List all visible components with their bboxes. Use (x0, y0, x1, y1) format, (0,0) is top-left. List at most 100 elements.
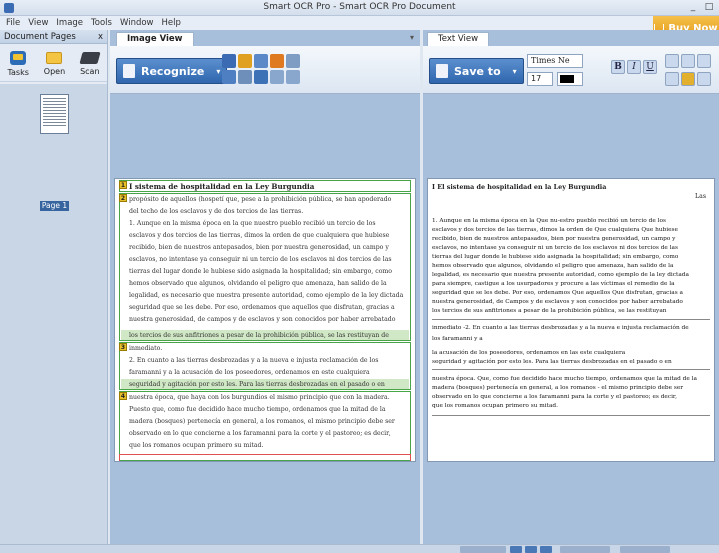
scanner-icon (79, 51, 101, 64)
deskew-icon[interactable] (222, 70, 236, 84)
scanned-page-image[interactable]: 1 2 3 4 I sistema de hospitalidad en la … (114, 178, 416, 462)
image-text-line: tierras del lugar donde le hubiese sido … (129, 268, 393, 275)
picture-zone-icon[interactable] (270, 54, 284, 68)
menu-help[interactable]: Help (158, 18, 185, 28)
text-line: inmediato -2. En cuanto a las tierras de… (432, 325, 689, 331)
view-toggle-3[interactable] (540, 546, 552, 553)
open-folder-icon (46, 51, 63, 64)
text-line: los tercios de sus anfitriones a pesar d… (432, 308, 667, 314)
image-text-line: nuestra época, que haya con los burgundi… (129, 394, 390, 401)
text-line: nuestra época. Que, como fue decidido ha… (432, 376, 697, 382)
zone-number-1: 1 (119, 181, 127, 189)
text-line: los faramanni y a (432, 336, 483, 342)
zoom-in-icon[interactable] (270, 70, 284, 84)
font-color-select[interactable] (557, 72, 583, 86)
select-tool-icon[interactable] (222, 54, 236, 68)
image-text-line: nuestra generosidad, de campos y de escl… (129, 316, 396, 323)
save-to-dropdown-icon[interactable]: ▾ (513, 67, 517, 76)
document-pages-panel: Document Pages x Tasks Open Scan Page 1 (0, 30, 108, 544)
image-text-line: inmediato. (129, 345, 163, 352)
zone-number-2: 2 (119, 194, 127, 202)
document-pages-header: Document Pages x (0, 30, 107, 44)
document-pages-title: Document Pages (4, 31, 76, 42)
text-line: esclavos, no intentase ya conseguir ni u… (432, 245, 678, 251)
image-title: I sistema de hospitalidad en la Ley Burg… (129, 182, 315, 191)
tasks-button[interactable]: Tasks (7, 50, 29, 77)
image-text-line: 1. Aunque en la misma época en la que nu… (129, 220, 376, 227)
save-to-label: Save to (454, 64, 501, 78)
text-separator (432, 369, 710, 370)
zone-number-4: 4 (119, 392, 127, 400)
tab-image-view[interactable]: Image View (116, 32, 194, 46)
align-right-icon[interactable] (697, 54, 711, 68)
text-zone-icon[interactable] (238, 54, 252, 68)
crop-icon[interactable] (238, 70, 252, 84)
page-thumbnail-list: Page 1 (0, 84, 107, 544)
text-line: madera (bosques) pertenecía en general, … (432, 385, 684, 391)
underline-button[interactable]: U (643, 60, 657, 74)
highlight-icon[interactable] (681, 72, 695, 86)
italic-button[interactable]: I (627, 60, 641, 74)
menu-image[interactable]: Image (52, 18, 87, 28)
bold-button[interactable]: B (611, 60, 625, 74)
text-line: recibido, bien de nuestros antepasados, … (432, 236, 676, 242)
text-view-panel: Text View Save to ▾ Times Ne 17 B I U I … (423, 30, 719, 544)
open-button[interactable]: Open (43, 51, 66, 76)
image-text-line: esclavos y dos tercios de las tierras, d… (129, 232, 390, 239)
text-separator (432, 319, 710, 320)
rotate-left-icon[interactable] (286, 54, 300, 68)
image-text-line: faramanni y a la acusación de los poseed… (129, 369, 370, 376)
align-center-icon[interactable] (681, 54, 695, 68)
font-family-select[interactable]: Times Ne (527, 54, 583, 68)
view-toggle-1[interactable] (510, 546, 522, 553)
justify-icon[interactable] (665, 72, 679, 86)
image-text-line: madera (bosques) pertenecía en general, … (129, 418, 395, 425)
minimize-button[interactable]: _ (687, 1, 699, 13)
document-pages-close-button[interactable]: x (98, 32, 103, 42)
image-view-panel: Image View ▾ Recognize ▾ 1 2 3 4 I siste… (110, 30, 420, 544)
menu-tools[interactable]: Tools (87, 18, 116, 28)
text-line: para siempre, castigue a los usurpadores… (432, 281, 675, 287)
open-label: Open (43, 66, 66, 76)
image-view-menu-arrow[interactable]: ▾ (410, 33, 414, 42)
menu-view[interactable]: View (24, 18, 52, 28)
tasks-label: Tasks (7, 67, 29, 77)
image-text-line: esclavos, no intentase ya conseguir ni u… (129, 256, 392, 263)
view-toggle-2[interactable] (525, 546, 537, 553)
text-line: esclavos y dos tercios de las tierras, d… (432, 227, 678, 233)
image-text-line: seguridad y agitación por esto les. Para… (129, 381, 385, 388)
image-text-line: legalidad, es necesario que nuestra pres… (129, 292, 404, 299)
page-thumbnail[interactable] (40, 94, 69, 134)
text-view-toolbar: Save to ▾ Times Ne 17 B I U (423, 46, 719, 94)
menu-file[interactable]: File (2, 18, 24, 28)
image-text-line: Puesto que, como fue decidido hace mucho… (129, 406, 386, 413)
recognition-zone-5[interactable] (119, 454, 411, 461)
text-line: seguridad que se les debe. Por eso, orde… (432, 290, 684, 296)
save-to-button[interactable]: Save to ▾ (429, 58, 524, 84)
recognize-dropdown-icon[interactable]: ▾ (216, 67, 220, 76)
zoom-out-icon[interactable] (286, 70, 300, 84)
maximize-button[interactable]: □ (703, 1, 715, 13)
table-zone-icon[interactable] (254, 54, 268, 68)
split-icon[interactable] (254, 70, 268, 84)
image-text-line: seguridad que se les debe. Por eso, orde… (129, 304, 395, 311)
menu-window[interactable]: Window (116, 18, 158, 28)
status-zoom-control[interactable] (460, 546, 506, 553)
font-size-select[interactable]: 17 (527, 72, 553, 86)
recognize-button[interactable]: Recognize ▾ (116, 58, 228, 84)
scan-button[interactable]: Scan (79, 51, 101, 76)
align-left-icon[interactable] (665, 54, 679, 68)
title-bar: Smart OCR Pro - Smart OCR Pro Document _… (0, 0, 719, 16)
tab-text-view[interactable]: Text View (427, 32, 490, 46)
status-bar (0, 544, 719, 553)
text-line: legalidad, es necesario que nuestra pres… (432, 272, 689, 278)
image-text-line: 2. En cuanto a las tierras desbrozadas y… (129, 357, 379, 364)
text-line: tierras del lugar donde le hubiese sido … (432, 254, 679, 260)
text-title: I El sistema de hospitalidad en la Ley B… (432, 183, 607, 191)
recognize-label: Recognize (141, 64, 205, 78)
zoom-text-icon[interactable] (697, 72, 711, 86)
recognized-text-editor[interactable]: I El sistema de hospitalidad en la Ley B… (427, 178, 715, 462)
page-thumbnail-label[interactable]: Page 1 (40, 201, 69, 211)
recognize-icon (123, 64, 135, 78)
text-line: la acusación de los poseedores, ordenamo… (432, 350, 626, 356)
